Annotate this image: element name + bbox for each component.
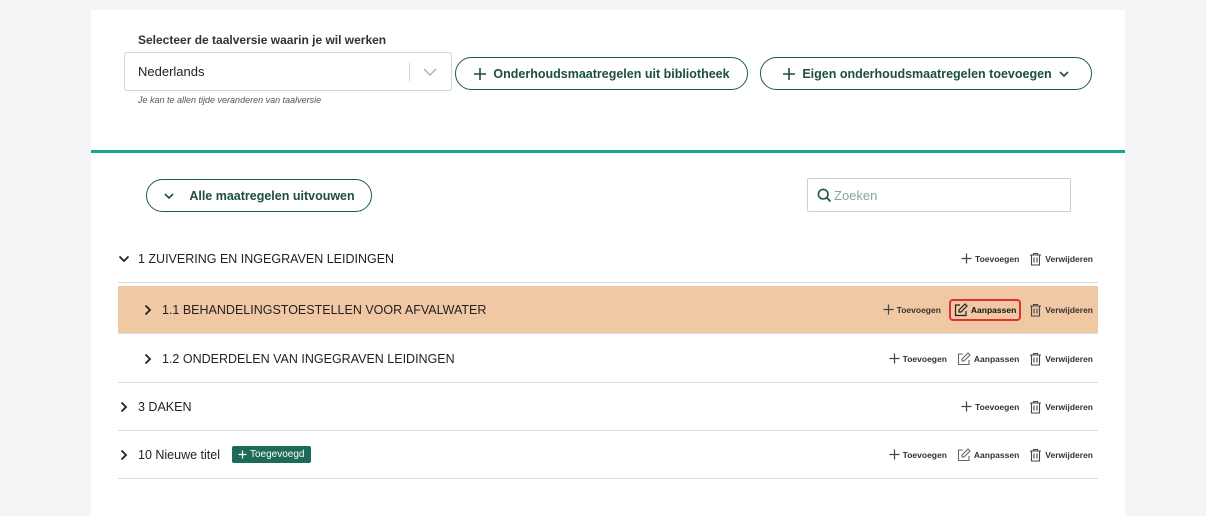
add-button-label: Toevoegen xyxy=(902,449,947,460)
delete-button[interactable]: Verwijderen xyxy=(1027,398,1095,416)
row-actions: Toevoegen Verwijderen xyxy=(959,235,1095,282)
row-title[interactable]: 10 Nieuwe titel Toegevoegd xyxy=(118,446,311,463)
row-title-text: 3 DAKEN xyxy=(138,399,192,414)
add-button[interactable]: Toevoegen xyxy=(887,447,949,462)
trash-icon xyxy=(1030,400,1042,414)
row-actions: Toevoegen Aanpassen Verwijderen xyxy=(887,431,1095,478)
row-title-text: 1.2 ONDERDELEN VAN INGEGRAVEN LEIDINGEN xyxy=(162,351,455,366)
row-title-text: 10 Nieuwe titel xyxy=(138,447,220,462)
add-button-label: Toevoegen xyxy=(896,304,941,315)
edit-button[interactable]: Aanpassen xyxy=(955,350,1021,368)
delete-button[interactable]: Verwijderen xyxy=(1027,301,1095,319)
chevron-right-icon[interactable] xyxy=(118,449,130,461)
add-button[interactable]: Toevoegen xyxy=(959,399,1021,414)
delete-button-label: Verwijderen xyxy=(1045,353,1093,364)
plus-icon xyxy=(474,67,487,80)
row-title[interactable]: 1.2 ONDERDELEN VAN INGEGRAVEN LEIDINGEN xyxy=(142,352,455,366)
edit-button-label: Aanpassen xyxy=(973,449,1020,460)
language-select[interactable]: Nederlands xyxy=(124,52,452,91)
delete-button-label: Verwijderen xyxy=(1045,449,1093,460)
delete-button-label: Verwijderen xyxy=(1045,304,1093,315)
plus-icon xyxy=(889,449,900,460)
library-measures-button[interactable]: Onderhoudsmaatregelen uit bibliotheek xyxy=(455,57,748,90)
own-measures-button-label: Eigen onderhoudsmaatregelen toevoegen xyxy=(802,66,1052,81)
row-actions: Toevoegen Aanpassen Verwijderen xyxy=(887,335,1095,382)
search-icon xyxy=(817,188,832,203)
row-title[interactable]: 1.1 BEHANDELINGSTOESTELLEN VOOR AFVALWAT… xyxy=(142,303,486,317)
expand-all-label: Alle maatregelen uitvouwen xyxy=(189,188,355,203)
row-title[interactable]: 1 ZUIVERING EN INGEGRAVEN LEIDINGEN xyxy=(118,252,394,266)
section-divider xyxy=(91,150,1125,153)
delete-button[interactable]: Verwijderen xyxy=(1027,250,1095,268)
list-item[interactable]: 3 DAKEN Toevoegen Verwijderen xyxy=(118,383,1098,431)
add-button[interactable]: Toevoegen xyxy=(887,351,949,366)
trash-icon xyxy=(1030,352,1042,366)
edit-button-label: Aanpassen xyxy=(973,353,1020,364)
plus-icon xyxy=(961,253,972,264)
edit-icon xyxy=(957,351,971,365)
plus-icon xyxy=(783,67,796,80)
edit-button[interactable]: Aanpassen xyxy=(948,298,1022,321)
language-section: Selecteer de taalversie waarin je wil we… xyxy=(91,10,1125,150)
delete-button-label: Verwijderen xyxy=(1045,401,1093,412)
search-input[interactable] xyxy=(834,179,1064,211)
added-badge-label: Toegevoegd xyxy=(250,449,305,460)
chevron-right-icon[interactable] xyxy=(142,353,154,365)
row-actions: Toevoegen Verwijderen xyxy=(959,383,1095,430)
main-card: Selecteer de taalversie waarin je wil we… xyxy=(91,10,1125,516)
list-item[interactable]: 1.1 BEHANDELINGSTOESTELLEN VOOR AFVALWAT… xyxy=(118,286,1098,334)
plus-icon xyxy=(889,353,900,364)
own-measures-button[interactable]: Eigen onderhoudsmaatregelen toevoegen xyxy=(760,57,1092,90)
chevron-down-icon xyxy=(164,192,174,199)
language-label: Selecteer de taalversie waarin je wil we… xyxy=(138,33,387,47)
plus-icon xyxy=(883,304,894,315)
row-title[interactable]: 3 DAKEN xyxy=(118,400,192,414)
trash-icon xyxy=(1030,448,1042,462)
add-button[interactable]: Toevoegen xyxy=(881,302,943,317)
language-select-value: Nederlands xyxy=(138,64,205,79)
delete-button[interactable]: Verwijderen xyxy=(1027,446,1095,464)
chevron-down-icon[interactable] xyxy=(422,64,438,80)
chevron-right-icon[interactable] xyxy=(118,401,130,413)
edit-icon xyxy=(954,302,968,316)
add-button[interactable]: Toevoegen xyxy=(959,251,1021,266)
row-title-text: 1 ZUIVERING EN INGEGRAVEN LEIDINGEN xyxy=(138,251,395,266)
select-divider xyxy=(409,63,410,81)
expand-all-button[interactable]: Alle maatregelen uitvouwen xyxy=(146,179,372,212)
trash-icon xyxy=(1030,252,1042,266)
chevron-down-icon xyxy=(1059,70,1069,77)
language-hint: Je kan te allen tijde veranderen van taa… xyxy=(138,95,322,105)
delete-button-label: Verwijderen xyxy=(1045,253,1093,264)
chevron-right-icon[interactable] xyxy=(142,304,154,316)
edit-icon xyxy=(957,447,971,461)
add-button-label: Toevoegen xyxy=(975,401,1020,412)
delete-button[interactable]: Verwijderen xyxy=(1027,350,1095,368)
list-item[interactable]: 1 ZUIVERING EN INGEGRAVEN LEIDINGEN Toev… xyxy=(118,235,1098,283)
list-item[interactable]: 1.2 ONDERDELEN VAN INGEGRAVEN LEIDINGEN … xyxy=(118,335,1098,383)
edit-button-label: Aanpassen xyxy=(970,304,1017,315)
trash-icon xyxy=(1030,303,1042,317)
plus-icon xyxy=(961,401,972,412)
add-button-label: Toevoegen xyxy=(902,353,947,364)
library-measures-button-label: Onderhoudsmaatregelen uit bibliotheek xyxy=(493,66,730,81)
row-actions: Toevoegen Aanpassen Verwijderen xyxy=(881,286,1095,333)
row-title-text: 1.1 BEHANDELINGSTOESTELLEN VOOR AFVALWAT… xyxy=(162,302,487,317)
plus-icon xyxy=(238,450,247,459)
chevron-down-icon[interactable] xyxy=(118,253,130,265)
list-item[interactable]: 10 Nieuwe titel Toegevoegd Toevoegen Aan… xyxy=(118,431,1098,479)
edit-button[interactable]: Aanpassen xyxy=(955,446,1021,464)
search-box[interactable] xyxy=(807,178,1071,212)
added-badge: Toegevoegd xyxy=(232,446,311,463)
add-button-label: Toevoegen xyxy=(975,253,1020,264)
